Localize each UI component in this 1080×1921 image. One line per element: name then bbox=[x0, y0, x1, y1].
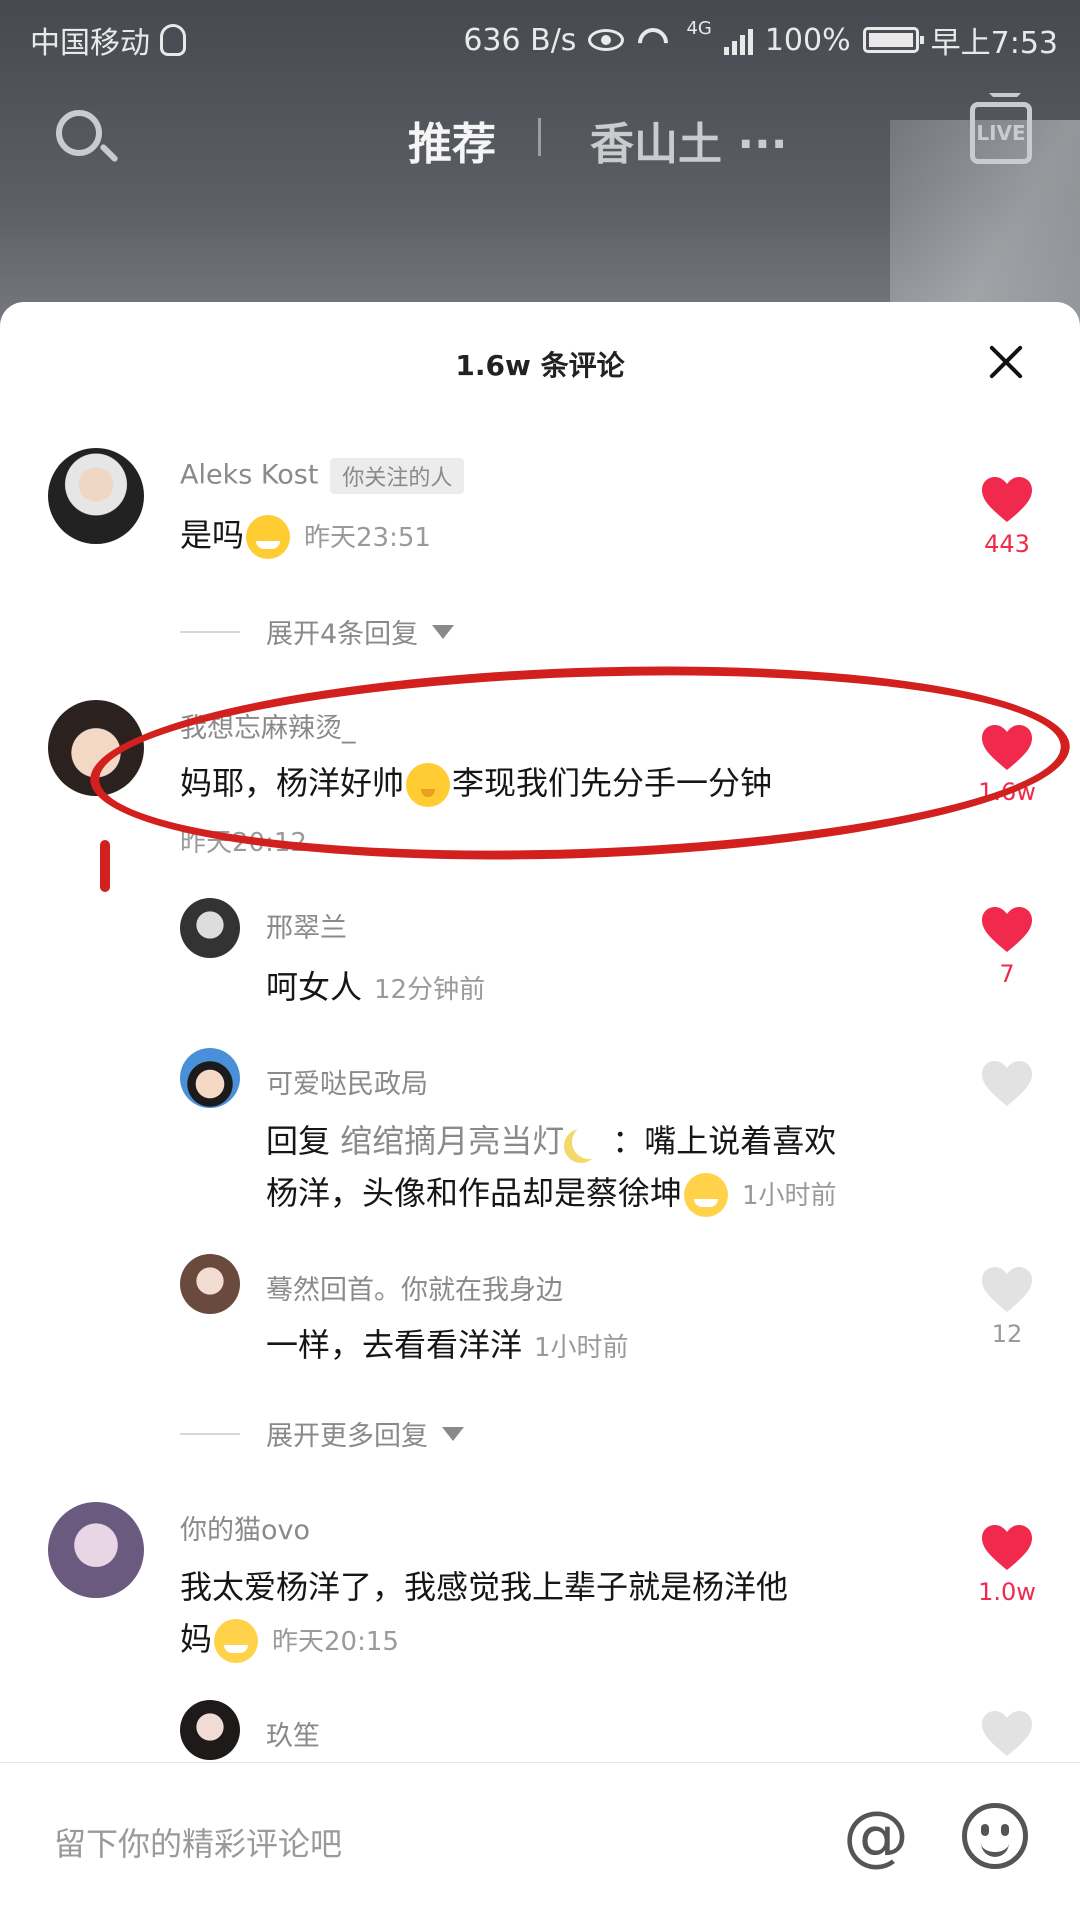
reply-prefix: 回复 bbox=[266, 1122, 331, 1160]
expand-more-replies-button[interactable]: 展开更多回复 bbox=[180, 1414, 464, 1453]
reply-text-line2: 杨洋，头像和作品却是蔡徐坤 1小时前 bbox=[266, 1168, 837, 1221]
like-count: 7 bbox=[999, 960, 1015, 988]
top-nav: 推荐 香山土 ··· LIVE bbox=[0, 93, 1080, 186]
comment-text: 是吗 昨天23:51 bbox=[180, 510, 431, 563]
status-bar: 中国移动 636 B/s 4G 100% 早上7:53 bbox=[0, 0, 1080, 76]
heart-icon bbox=[980, 1710, 1034, 1758]
tears-of-joy-emoji-icon bbox=[684, 1173, 729, 1217]
close-icon[interactable] bbox=[988, 344, 1024, 380]
heart-icon bbox=[980, 476, 1034, 524]
reply-username[interactable]: 可爱哒民政局 bbox=[266, 1062, 428, 1101]
comment-text-line2: 妈 昨天20:15 bbox=[180, 1614, 399, 1667]
avatar[interactable] bbox=[180, 1700, 240, 1760]
like-count: 12 bbox=[991, 1320, 1023, 1348]
live-button[interactable]: LIVE bbox=[970, 93, 1032, 164]
following-tag: 你关注的人 bbox=[330, 458, 465, 494]
like-button[interactable] bbox=[972, 1710, 1042, 1758]
expand-replies-label: 展开4条回复 bbox=[266, 619, 419, 650]
reply-text: 一样，去看看洋洋 1小时前 bbox=[266, 1320, 629, 1373]
red-circle-annotation-tail bbox=[100, 840, 110, 892]
like-count: 1.0w bbox=[978, 1578, 1036, 1606]
comment-time: 昨天23:51 bbox=[304, 523, 431, 553]
comment-input[interactable]: 留下你的精彩评论吧 bbox=[54, 1819, 342, 1865]
avatar[interactable] bbox=[180, 898, 240, 958]
reply-text-body: 呵女人 bbox=[266, 968, 363, 1006]
chevron-down-icon bbox=[442, 1426, 464, 1441]
comment-text-body: 我太爱杨洋了，我感觉我上辈子就是杨洋他 bbox=[180, 1568, 789, 1606]
reply-text: 呵女人 12分钟前 bbox=[266, 962, 485, 1015]
reply-time: 12分钟前 bbox=[374, 975, 486, 1005]
qq-notification-icon bbox=[160, 24, 186, 56]
divider-line bbox=[180, 630, 240, 633]
expand-replies-button[interactable]: 展开4条回复 bbox=[180, 612, 455, 651]
like-button[interactable]: 12 bbox=[972, 1266, 1042, 1348]
comment-time: 昨天20:15 bbox=[272, 1627, 399, 1657]
net-speed: 636 B/s bbox=[463, 22, 577, 58]
heart-icon bbox=[980, 1524, 1034, 1572]
search-icon[interactable] bbox=[56, 110, 102, 156]
reply-text-body-2: 杨洋，头像和作品却是蔡徐坤 bbox=[266, 1174, 683, 1212]
comment-text: 我太爱杨洋了，我感觉我上辈子就是杨洋他 bbox=[180, 1562, 788, 1612]
comment-text-body-2: 妈 bbox=[180, 1620, 213, 1658]
like-button[interactable]: 7 bbox=[972, 906, 1042, 988]
carrier-name: 中国移动 bbox=[30, 26, 150, 61]
clock: 早上7:53 bbox=[930, 26, 1058, 61]
comment-text-body: 是吗 bbox=[180, 516, 245, 554]
reply-username[interactable]: 蓦然回首。你就在我身边 bbox=[266, 1268, 563, 1307]
chevron-down-icon bbox=[432, 624, 455, 639]
heart-icon bbox=[980, 1266, 1034, 1314]
tab-divider bbox=[538, 118, 541, 156]
like-button[interactable] bbox=[972, 1060, 1042, 1114]
grin-emoji-icon bbox=[246, 515, 291, 559]
comment-count-title: 1.6w 条评论 bbox=[455, 349, 625, 382]
like-count: 443 bbox=[984, 530, 1030, 558]
heart-icon bbox=[980, 906, 1034, 954]
reply-text-body: 一样，去看看洋洋 bbox=[266, 1326, 523, 1364]
comment-input-bar: 留下你的精彩评论吧 @ bbox=[0, 1762, 1080, 1921]
like-button[interactable]: 1.0w bbox=[972, 1524, 1042, 1606]
reply-username[interactable]: 玖笙 bbox=[266, 1714, 320, 1753]
expand-more-label: 展开更多回复 bbox=[266, 1421, 428, 1452]
comment-username[interactable]: Aleks Kost 你关注的人 bbox=[180, 458, 465, 494]
comment-sheet: 1.6w 条评论 bbox=[0, 302, 1080, 1920]
reply-username[interactable]: 邢翠兰 bbox=[266, 906, 347, 945]
avatar[interactable] bbox=[180, 1048, 240, 1108]
reply-text-body: ：嘴上说着喜欢 bbox=[612, 1122, 837, 1160]
laughing-crying-emoji-icon bbox=[214, 1619, 259, 1663]
avatar[interactable] bbox=[48, 448, 144, 544]
battery-percent: 100% bbox=[764, 22, 851, 58]
eye-icon bbox=[588, 29, 625, 51]
comment-username-text: Aleks Kost bbox=[180, 459, 319, 491]
mention-at-icon[interactable]: @ bbox=[842, 1803, 910, 1871]
reply-target-user[interactable]: 绾绾摘月亮当灯 bbox=[340, 1122, 564, 1160]
heart-icon bbox=[980, 1060, 1034, 1108]
reply-text: 回复 绾绾摘月亮当灯 ：嘴上说着喜欢 bbox=[266, 1116, 836, 1166]
divider-line bbox=[180, 1432, 240, 1435]
reply-time: 1小时前 bbox=[742, 1181, 837, 1211]
network-type: 4G bbox=[686, 18, 712, 39]
tab-recommend[interactable]: 推荐 bbox=[408, 108, 496, 172]
battery-icon bbox=[862, 27, 924, 53]
avatar[interactable] bbox=[180, 1254, 240, 1314]
wifi-icon bbox=[636, 26, 674, 54]
like-button[interactable]: 443 bbox=[972, 476, 1042, 558]
emoji-picker-icon[interactable] bbox=[962, 1803, 1028, 1869]
avatar[interactable] bbox=[48, 1502, 144, 1598]
tab-city[interactable]: 香山土 ··· bbox=[590, 108, 787, 172]
moon-emoji-icon bbox=[566, 1121, 610, 1165]
reply-time: 1小时前 bbox=[534, 1333, 629, 1363]
comment-username[interactable]: 你的猫ovo bbox=[180, 1508, 310, 1547]
signal-icon bbox=[723, 25, 753, 55]
